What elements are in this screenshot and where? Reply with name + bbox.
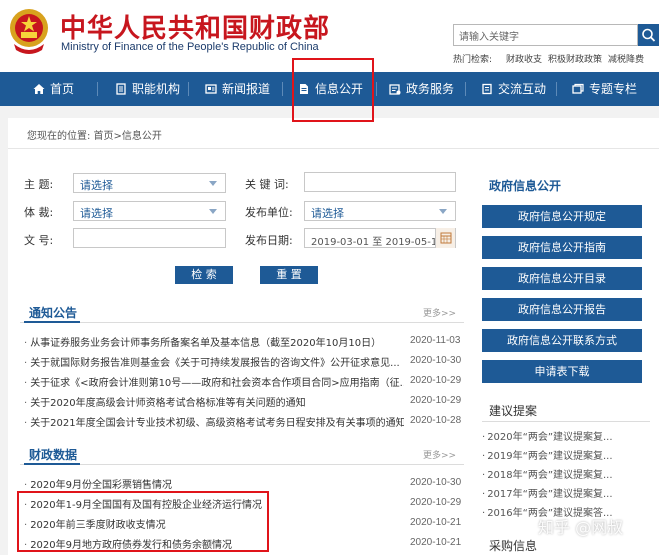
hot-link[interactable]: 积极财政政策 xyxy=(548,55,602,65)
application-download-button[interactable]: 申请表下载 xyxy=(482,360,642,383)
nav-divider xyxy=(282,82,283,96)
highlight-annotation-nav xyxy=(292,58,374,122)
national-emblem-icon xyxy=(10,9,48,54)
search-button[interactable] xyxy=(638,24,659,46)
keyword-input[interactable] xyxy=(304,172,456,192)
proposal-item[interactable]: 2020年“两会”建议提案复... xyxy=(482,428,612,443)
unit-select[interactable]: 请选择 xyxy=(304,201,456,221)
nav-label: 职能机构 xyxy=(132,82,181,96)
nav-label: 交流互动 xyxy=(498,82,547,96)
reset-button[interactable]: 重 置 xyxy=(260,266,318,284)
procurement-title: 采购信息 xyxy=(489,539,538,553)
notice-date: 2020-10-28 xyxy=(410,415,462,426)
notice-item[interactable]: 从事证券服务业务会计师事务所备案名单及基本信息（截至2020年10月10日） xyxy=(24,334,404,349)
nav-item-news[interactable]: 新闻报道 xyxy=(205,72,270,106)
nav-divider xyxy=(465,82,466,96)
subject-label: 主 题: xyxy=(24,178,54,191)
section-underline xyxy=(24,463,80,465)
unit-select-value: 请选择 xyxy=(311,207,344,220)
divider xyxy=(8,148,659,149)
subject-select[interactable]: 请选择 xyxy=(73,173,226,193)
notices-more-link[interactable]: 更多>> xyxy=(423,306,456,319)
notice-item[interactable]: 关于征求《<政府会计准则第10号——政府和社会资本合作项目合同>应用指南（征..… xyxy=(24,374,404,389)
fiscal-date: 2020-10-30 xyxy=(410,477,462,488)
nav-item-services[interactable]: 政务服务 xyxy=(389,72,454,106)
notice-date: 2020-10-30 xyxy=(410,355,462,366)
site-title-en: Ministry of Finance of the People's Repu… xyxy=(61,41,319,53)
gov-info-report-button[interactable]: 政府信息公开报告 xyxy=(482,298,642,321)
genre-select[interactable]: 请选择 xyxy=(73,201,226,221)
docno-label: 文 号: xyxy=(24,234,54,247)
date-range-value: 2019-03-01 至 2019-05-15 xyxy=(311,237,444,248)
nav-label: 政务服务 xyxy=(406,82,455,96)
chat-icon xyxy=(482,83,492,95)
section-underline xyxy=(24,321,80,323)
nav-label: 新闻报道 xyxy=(222,82,271,96)
notices-title: 通知公告 xyxy=(29,306,78,320)
service-icon xyxy=(389,84,401,95)
notice-date: 2020-11-03 xyxy=(410,335,461,346)
nav-item-special[interactable]: 专题专栏 xyxy=(572,72,637,106)
nav-label: 专题专栏 xyxy=(589,82,638,96)
document-icon xyxy=(116,83,126,95)
genre-label: 体 裁: xyxy=(24,206,54,219)
newspaper-icon xyxy=(205,84,217,94)
breadcrumb: 您现在的位置: 首页>信息公开 xyxy=(27,131,162,142)
home-icon xyxy=(33,84,45,94)
nav-item-interaction[interactable]: 交流互动 xyxy=(481,72,546,106)
divider xyxy=(482,421,650,422)
unit-label: 发布单位: xyxy=(245,206,293,219)
subject-select-value: 请选择 xyxy=(80,179,113,192)
genre-select-value: 请选择 xyxy=(80,207,113,220)
chevron-down-icon xyxy=(209,181,217,186)
fiscal-item[interactable]: 2020年9月份全国彩票销售情况 xyxy=(24,476,404,491)
proposal-item[interactable]: 2017年“两会”建议提案复... xyxy=(482,485,612,500)
gov-info-contact-button[interactable]: 政府信息公开联系方式 xyxy=(482,329,642,352)
search-submit-button[interactable]: 检 索 xyxy=(175,266,233,284)
notice-item[interactable]: 关于就国际财务报告准则基金会《关于可持续发展报告的咨询文件》公开征求意见... xyxy=(24,354,404,369)
divider xyxy=(20,464,464,465)
gov-info-guide-button[interactable]: 政府信息公开指南 xyxy=(482,236,642,259)
notice-date: 2020-10-29 xyxy=(410,375,462,386)
date-range-input[interactable]: 2019-03-01 至 2019-05-15 xyxy=(304,228,456,248)
gov-info-rules-button[interactable]: 政府信息公开规定 xyxy=(482,205,642,228)
fiscal-more-link[interactable]: 更多>> xyxy=(423,448,456,461)
date-label: 发布日期: xyxy=(245,234,293,247)
search-input[interactable]: 请输入关键字 xyxy=(453,24,638,46)
notice-item[interactable]: 关于2021年度全国会计专业技术初级、高级资格考试考务日程安排及有关事项的通知 xyxy=(24,414,404,429)
notice-item[interactable]: 关于2020年度高级会计师资格考试合格标准等有关问题的通知 xyxy=(24,394,404,409)
nav-label: 首页 xyxy=(50,82,75,96)
window-icon xyxy=(572,83,584,94)
watermark-text: 知乎 @网叔 xyxy=(538,518,624,537)
proposal-item[interactable]: 2018年“两会”建议提案复... xyxy=(482,466,612,481)
fiscal-title: 财政数据 xyxy=(29,448,78,462)
hot-search-label: 热门检索: xyxy=(453,55,493,65)
calendar-icon[interactable] xyxy=(435,228,455,248)
chevron-down-icon xyxy=(439,209,447,214)
divider xyxy=(20,322,464,323)
notice-date: 2020-10-29 xyxy=(410,395,462,406)
docno-input[interactable] xyxy=(73,228,226,248)
hot-link[interactable]: 减税降费 xyxy=(608,55,644,65)
chevron-down-icon xyxy=(209,209,217,214)
hot-search-links: 财政收支 积极财政政策 减税降费 xyxy=(506,52,650,65)
nav-item-home[interactable]: 首页 xyxy=(33,72,74,106)
nav-divider xyxy=(376,82,377,96)
gov-info-title: 政府信息公开 xyxy=(489,179,562,193)
proposals-title: 建议提案 xyxy=(489,404,538,418)
search-icon xyxy=(642,28,656,42)
hot-link[interactable]: 财政收支 xyxy=(506,55,542,65)
fiscal-date: 2020-10-21 xyxy=(410,517,462,528)
highlight-annotation-fiscal xyxy=(17,491,269,552)
nav-item-functions[interactable]: 职能机构 xyxy=(115,72,180,106)
gov-info-catalog-button[interactable]: 政府信息公开目录 xyxy=(482,267,642,290)
fiscal-date: 2020-10-21 xyxy=(410,537,462,548)
nav-divider xyxy=(556,82,557,96)
site-title: 中华人民共和国财政部 xyxy=(60,14,331,44)
nav-divider xyxy=(97,82,98,96)
fiscal-date: 2020-10-29 xyxy=(410,497,462,508)
keyword-label: 关 键 词: xyxy=(245,178,289,191)
proposal-item[interactable]: 2019年“两会”建议提案复... xyxy=(482,447,612,462)
nav-divider xyxy=(188,82,189,96)
